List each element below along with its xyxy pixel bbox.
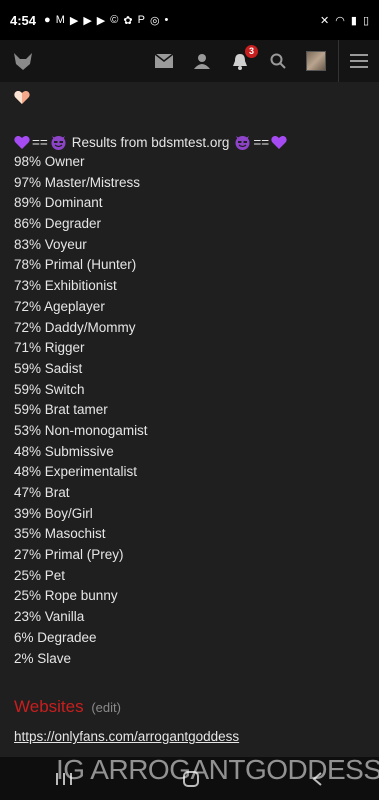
result-item: 71% Rigger [14, 340, 85, 356]
result-item: 59% Sadist [14, 360, 83, 376]
result-item: 25% Pet [14, 567, 66, 583]
user-icon [194, 54, 210, 69]
heart-line [14, 90, 364, 108]
dot-icon: • [164, 14, 169, 26]
result-item: 23% Vanilla [14, 609, 85, 625]
orange-heart-icon [14, 90, 30, 104]
smiling-devil-icon [235, 136, 250, 150]
result-item: 47% Brat [14, 485, 70, 500]
result-item: 73% Exhibitionist [14, 278, 117, 294]
envelope-icon [155, 54, 173, 68]
status-system-icons: ✕ ◠ ▮ ▯ [320, 14, 369, 27]
result-item: 35% Masochist [14, 526, 106, 542]
hamburger-menu-icon [350, 54, 368, 68]
result-item: 27% Primal (Prey) [14, 547, 124, 563]
paypal-icon: P [137, 14, 145, 26]
search-button[interactable] [266, 49, 290, 73]
result-item: 25% Rope bunny [14, 588, 118, 604]
app-icon: ✿ [123, 14, 133, 27]
status-time: 4:54 [10, 12, 37, 28]
result-item: 39% Boy/Girl [14, 505, 93, 521]
websites-title: Websites [14, 697, 84, 716]
gmail-icon: M [55, 14, 65, 26]
signal-icon: ▮ [350, 14, 357, 27]
heading-separator: == [32, 134, 48, 150]
messages-button[interactable] [152, 49, 176, 73]
wifi-icon: ◠ [335, 14, 345, 27]
result-item: 53% Non-monogamist [14, 422, 148, 438]
result-item: 97% Master/Mistress [14, 174, 141, 190]
heading-separator: == [253, 134, 270, 150]
avatar [306, 51, 326, 71]
result-item: 83% Voyeur [14, 236, 87, 252]
result-item: 86% Degrader [14, 216, 102, 232]
profile-about-section: == Results from bdsmtest.org == 98% Owne… [14, 90, 364, 669]
watermark-text: IG ARROGANTGODDESS [56, 754, 379, 785]
status-notification-icons: ● M ▶ ▶ ▶ © ✿ P ◎ • [44, 14, 168, 27]
result-item: 89% Dominant [14, 195, 103, 211]
result-item: 48% Submissive [14, 443, 114, 459]
result-item: 98% Owner [14, 154, 85, 169]
result-item: 72% Ageplayer [14, 298, 105, 314]
instagram-icon: ◎ [149, 14, 160, 27]
youtube-icon: ▶ [83, 14, 92, 27]
purple-heart-icon [271, 135, 287, 149]
result-item: 48% Experimentalist [14, 464, 138, 480]
results-list: 98% Owner 97% Master/Mistress 89% Domina… [14, 152, 364, 669]
youtube-icon: ▶ [69, 14, 79, 27]
edit-websites-link[interactable]: (edit) [91, 700, 121, 715]
result-item: 59% Brat tamer [14, 402, 108, 418]
result-item: 2% Slave [14, 650, 72, 666]
status-bar: 4:54 ● M ▶ ▶ ▶ © ✿ P ◎ • ✕ ◠ ▮ ▯ [0, 0, 379, 40]
result-item: 59% Switch [14, 381, 85, 397]
notifications-button[interactable]: 3 [228, 45, 258, 73]
results-title-text: Results from bdsmtest.org [71, 134, 230, 150]
profile-button[interactable] [190, 49, 214, 73]
purple-heart-icon [14, 135, 30, 149]
fox-logo-icon[interactable] [12, 50, 34, 72]
search-icon [270, 53, 286, 69]
websites-heading: Websites (edit) [14, 697, 121, 717]
avatar-button[interactable] [304, 49, 328, 73]
website-link[interactable]: https://onlyfans.com/arrogantgoddess [14, 729, 239, 744]
result-item: 6% Degradee [14, 629, 97, 645]
result-item: 78% Primal (Hunter) [14, 257, 137, 273]
result-item: 72% Daddy/Mommy [14, 319, 136, 335]
results-heading: == Results from bdsmtest.org == [14, 132, 364, 152]
smiling-devil-icon [51, 136, 66, 150]
battery-icon: ▯ [362, 14, 369, 27]
youtube-icon: ▶ [96, 14, 106, 27]
app-icon: © [110, 14, 119, 26]
mute-icon: ✕ [320, 14, 330, 27]
app-header: 3 [0, 40, 379, 82]
menu-button[interactable] [339, 54, 379, 68]
person-add-icon: ● [44, 14, 51, 26]
notification-badge: 3 [244, 45, 258, 58]
header-actions: 3 [152, 45, 328, 73]
